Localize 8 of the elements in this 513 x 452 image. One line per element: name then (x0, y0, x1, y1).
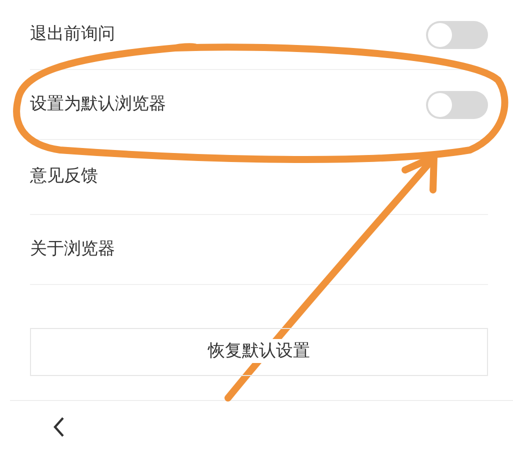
setting-label: 设置为默认浏览器 (30, 92, 166, 116)
toggle-switch[interactable] (426, 20, 488, 48)
toggle-switch[interactable] (426, 90, 488, 118)
setting-label: 退出前询问 (30, 22, 115, 46)
setting-label[interactable]: 关于浏览器 (30, 236, 115, 262)
reset-button[interactable]: 恢复默认设置 (30, 328, 488, 376)
setting-label[interactable]: 意见反馈 (30, 164, 98, 190)
back-icon[interactable] (53, 416, 65, 438)
